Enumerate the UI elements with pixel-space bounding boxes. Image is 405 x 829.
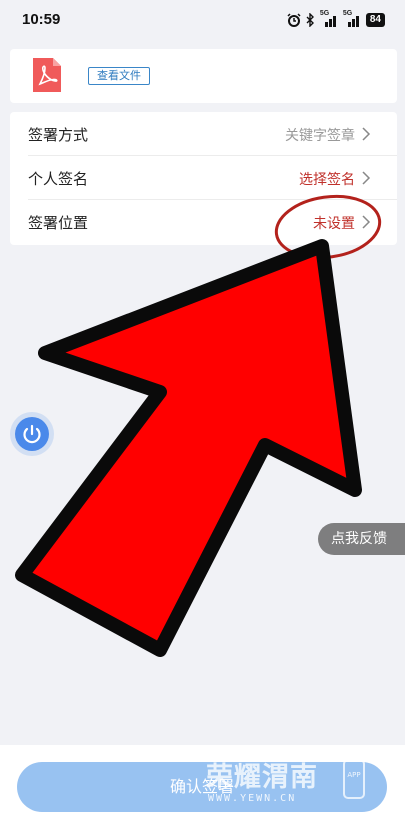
setting-value: 关键字签章	[285, 128, 355, 144]
signal-icon: 5G	[320, 10, 338, 27]
setting-value: 选择签名	[299, 172, 355, 188]
setting-row-sign-method[interactable]: 签署方式 关键字签章	[28, 112, 397, 156]
setting-row-personal-signature[interactable]: 个人签名 选择签名	[28, 156, 397, 200]
setting-row-sign-position[interactable]: 签署位置 未设置	[28, 200, 397, 244]
status-icons: 5G 5G 84	[287, 10, 385, 28]
signal-icon-2: 5G	[343, 10, 361, 27]
status-bar: 10:59 5G 5G 84	[0, 0, 405, 40]
feedback-button[interactable]: 点我反馈	[318, 523, 405, 555]
alarm-icon	[287, 13, 301, 27]
watermark-app-badge: APP	[343, 759, 365, 799]
pdf-file-icon	[33, 58, 61, 92]
setting-label: 个人签名	[28, 170, 89, 188]
view-file-button[interactable]: 查看文件	[88, 67, 150, 85]
chevron-right-icon	[362, 171, 371, 185]
sign-settings-card: 签署方式 关键字签章 个人签名 选择签名 签署位置 未设置	[10, 112, 397, 245]
watermark: 荣耀渭南 WWW.YEWN.CN APP	[206, 755, 405, 815]
power-button-inner	[15, 417, 49, 451]
file-card: 查看文件	[10, 49, 397, 103]
power-icon	[23, 424, 41, 444]
bluetooth-icon	[306, 13, 314, 27]
setting-value: 未设置	[313, 216, 355, 232]
floating-power-button[interactable]	[10, 412, 54, 456]
red-arrow-icon	[15, 239, 362, 657]
setting-label: 签署位置	[28, 214, 89, 232]
battery-icon: 84	[365, 13, 385, 27]
status-time: 10:59	[22, 11, 61, 28]
chevron-right-icon	[362, 127, 371, 141]
chevron-right-icon	[362, 215, 371, 229]
watermark-url: WWW.YEWN.CN	[208, 793, 297, 804]
watermark-title: 荣耀渭南	[206, 762, 318, 793]
setting-label: 签署方式	[28, 126, 89, 144]
